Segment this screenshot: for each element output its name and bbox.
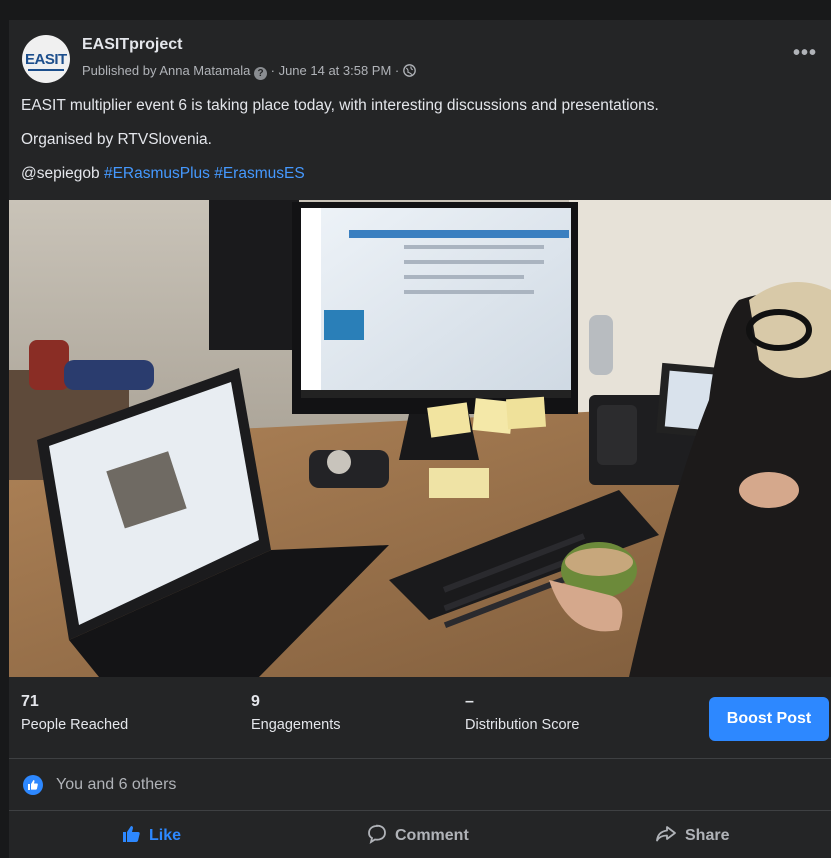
more-options-icon[interactable]: ••• (793, 42, 817, 65)
like-label: Like (149, 827, 182, 844)
page-name[interactable]: EASITproject (82, 36, 182, 54)
office-desk-photo (9, 200, 831, 677)
share-label: Share (685, 827, 730, 844)
divider (9, 810, 831, 811)
boost-post-button[interactable]: Boost Post (709, 697, 829, 741)
reactions-count-text[interactable]: You and 6 others (56, 776, 176, 794)
post-insights: 71 People Reached 9 Engagements – Distri… (9, 677, 831, 759)
comment-icon (368, 824, 386, 844)
divider (9, 758, 831, 759)
reactions-summary[interactable]: You and 6 others (9, 760, 831, 810)
comment-label: Comment (395, 827, 469, 844)
post-header: EASIT EASITproject Published by Anna Mat… (9, 20, 831, 88)
hashtag-link[interactable]: #ERasmusPlus (100, 165, 210, 182)
post-text-line-2: Organised by RTVSlovenia. (21, 131, 212, 148)
page-avatar[interactable]: EASIT (22, 35, 70, 83)
post-tags-line: @sepiegob #ERasmusPlus #ErasmusES (21, 165, 305, 183)
distribution-score-value: – (465, 693, 474, 710)
avatar-logo-bar (28, 69, 64, 71)
post-text-line-1: EASIT multiplier event 6 is taking place… (21, 97, 659, 114)
post-timestamp[interactable]: · June 14 at 3:58 PM · (267, 63, 403, 78)
globe-icon (403, 64, 416, 80)
like-reaction-icon (23, 775, 43, 795)
top-bar (0, 0, 831, 20)
mention-link[interactable]: @sepiegob (21, 165, 100, 182)
engagements-label: Engagements (251, 717, 341, 733)
comment-button[interactable]: Comment (367, 824, 469, 852)
like-button[interactable]: Like (121, 824, 181, 852)
hashtag-link[interactable]: #ErasmusES (210, 165, 304, 182)
people-reached-label: People Reached (21, 717, 129, 733)
engagements-value: 9 (251, 693, 260, 710)
avatar-logo-text: EASIT (25, 51, 67, 68)
share-icon (656, 826, 676, 842)
help-icon[interactable]: ? (254, 67, 268, 80)
post-actions-bar: Like Comment Share (9, 816, 831, 858)
thumbs-up-icon (123, 826, 140, 842)
share-button[interactable]: Share (655, 824, 729, 852)
post-meta: Published by Anna Matamala ? · June 14 a… (82, 63, 416, 80)
publisher-text: Published by Anna Matamala (82, 63, 251, 78)
post-photo[interactable] (9, 200, 831, 677)
people-reached-value: 71 (21, 693, 39, 710)
distribution-score-label: Distribution Score (465, 717, 580, 733)
post-card: EASIT EASITproject Published by Anna Mat… (9, 20, 831, 858)
